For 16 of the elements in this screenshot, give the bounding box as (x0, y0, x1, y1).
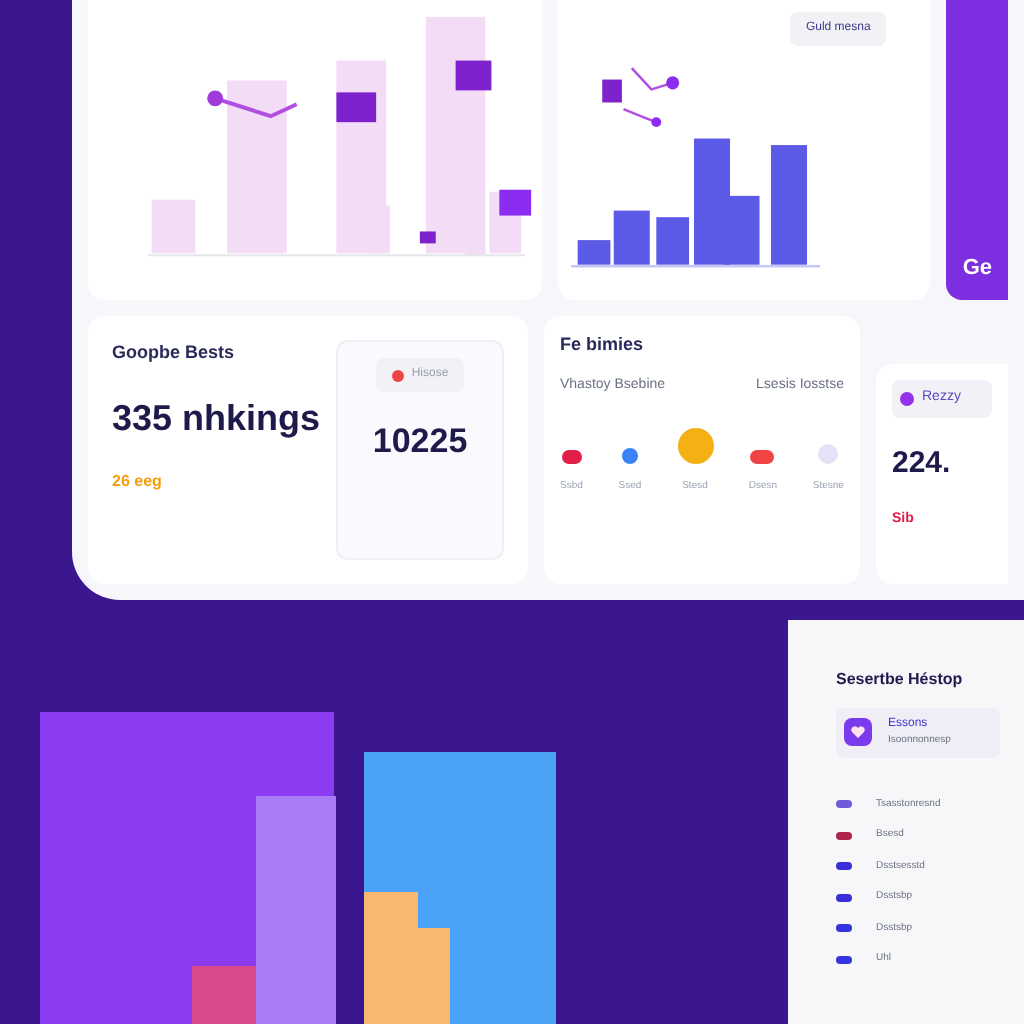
stat-value: 335 nhkings (112, 395, 321, 442)
card-title: Goopbe Bests (112, 340, 237, 366)
line-series (629, 67, 679, 91)
promo-label: Ge (962, 253, 992, 283)
line-series (622, 107, 661, 128)
stat-value: 224. (892, 443, 953, 483)
stat-delta: 26 eeg (112, 469, 164, 493)
card-title: Fe bimies (560, 332, 646, 358)
bar (601, 79, 621, 103)
bar (151, 199, 196, 254)
bar (770, 145, 807, 265)
line-series (207, 90, 298, 119)
panel-title: Sesertbe Héstop (836, 668, 965, 692)
bar (655, 217, 689, 265)
stat-value: 10225 (372, 420, 468, 464)
heart-icon (844, 718, 872, 747)
